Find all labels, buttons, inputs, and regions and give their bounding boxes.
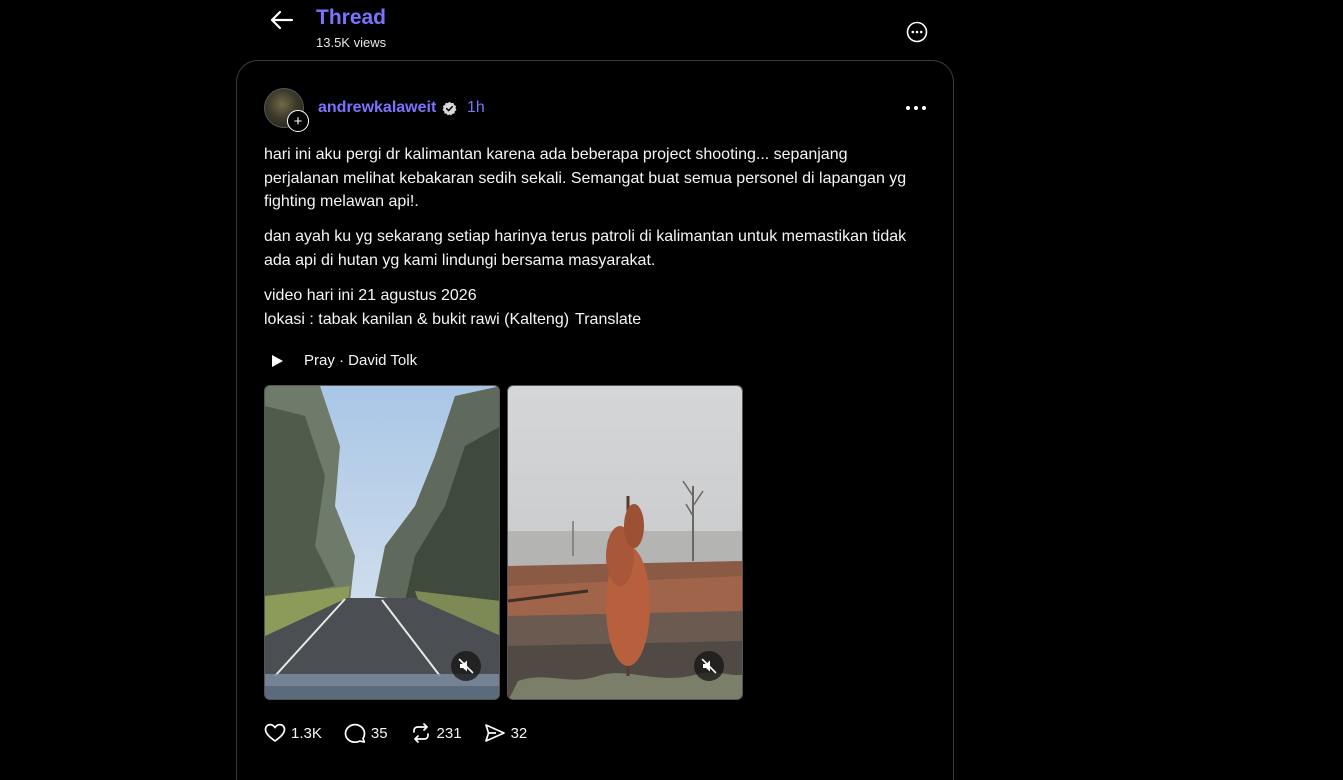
post-text-paragraph: dan ayah ku yg sekarang setiap harinya t… <box>264 228 907 269</box>
arrow-left-icon <box>270 10 294 30</box>
repost-button[interactable]: 231 <box>410 723 462 743</box>
video-thumbnail-burnt-forest[interactable] <box>507 385 743 700</box>
thread-header: Thread 13.5K views <box>236 0 954 60</box>
post-card: + andrewkalaweit 1h hari ini aku pergi d… <box>236 60 954 780</box>
post-text-details: video hari ini 21 agustus 2026 lokasi : … <box>264 284 924 331</box>
back-button[interactable] <box>268 8 296 32</box>
mute-button[interactable] <box>451 651 481 681</box>
post-timestamp: 1h <box>467 99 485 116</box>
post-location-text: lokasi : tabak kanilan & bukit rawi (Kal… <box>264 310 570 328</box>
repost-icon <box>412 723 429 743</box>
heart-icon <box>264 723 286 742</box>
speaker-muted-icon <box>458 658 474 674</box>
more-icon[interactable] <box>905 101 927 115</box>
translate-link[interactable]: Translate <box>575 311 641 328</box>
page-title: Thread <box>316 6 387 29</box>
comment-icon <box>344 723 366 743</box>
music-label: Pray · David Tolk <box>304 352 418 369</box>
play-icon <box>272 355 283 367</box>
mute-button[interactable] <box>694 651 724 681</box>
share-button[interactable]: 32 <box>484 723 528 743</box>
post-date-line: video hari ini 21 agustus 2026 <box>264 287 477 304</box>
view-count: 13.5K views <box>316 35 387 50</box>
reply-button[interactable]: 35 <box>344 723 388 743</box>
video-thumbnail-road[interactable] <box>264 385 500 700</box>
post-text-paragraph: hari ini aku pergi dr kalimantan karena … <box>264 146 907 210</box>
reply-count: 35 <box>370 724 388 742</box>
post-actions: 1.3K 35 231 32 <box>264 721 549 745</box>
share-count: 32 <box>510 724 528 742</box>
follow-plus-icon[interactable]: + <box>287 110 309 132</box>
speaker-muted-icon <box>701 658 717 674</box>
like-count: 1.3K <box>291 724 322 742</box>
more-options-circle-icon[interactable] <box>906 21 928 43</box>
music-attribution[interactable]: Pray · David Tolk <box>270 351 417 371</box>
like-button[interactable]: 1.3K <box>264 723 322 743</box>
repost-count: 231 <box>436 724 462 742</box>
verified-badge-icon <box>442 101 457 116</box>
post-location-line: lokasi : tabak kanilan & bukit rawi (Kal… <box>264 308 924 332</box>
post-username[interactable]: andrewkalaweit <box>318 99 436 117</box>
send-icon <box>484 724 505 742</box>
